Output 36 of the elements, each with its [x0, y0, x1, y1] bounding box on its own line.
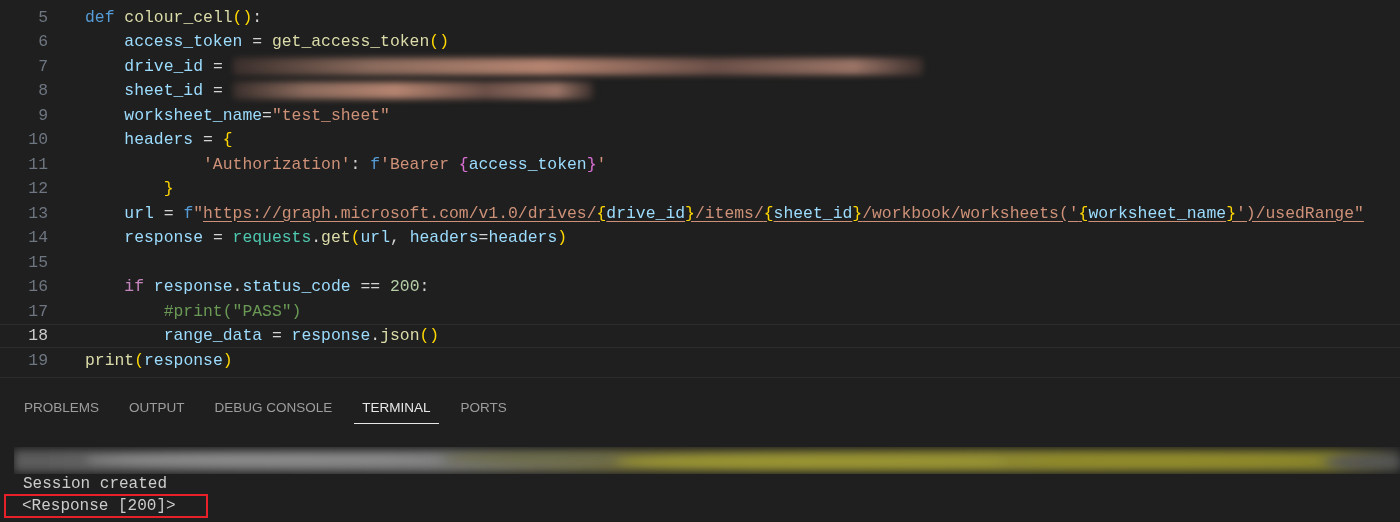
code-line: def colour_cell():	[85, 7, 263, 27]
code-line: headers = {	[123, 130, 233, 150]
panel-tab[interactable]: TERMINAL	[354, 400, 439, 424]
highlighted-output: <Response [200]>	[4, 494, 208, 518]
line-number: 15	[27, 252, 49, 272]
line-number: 13	[27, 203, 49, 223]
panel-tab[interactable]: PORTS	[452, 400, 515, 424]
code-line: 'Authorization': f'Bearer {access_token}'	[202, 154, 607, 174]
terminal-output: Session created	[22, 475, 168, 493]
panel-tab[interactable]: OUTPUT	[121, 400, 193, 424]
line-number: 5	[37, 7, 49, 27]
line-number: 7	[37, 56, 49, 76]
line-number: 11	[27, 154, 49, 174]
line-number: 8	[37, 81, 49, 101]
line-number: 14	[27, 228, 49, 248]
code-line: #print("PASS")	[162, 301, 302, 321]
line-number: 18	[27, 326, 49, 346]
panel-tab[interactable]: DEBUG CONSOLE	[206, 400, 341, 424]
code-line: worksheet_name="test_sheet"	[123, 105, 390, 125]
line-number: 16	[27, 277, 49, 297]
code-line: url = f"https://graph.microsoft.com/v1.0/drives/{drive_id}/items/{sheet_id}/workbook/worksheets('{worksheet_name}')/usedRange"	[123, 203, 1364, 223]
code-line: }	[162, 179, 174, 199]
line-number: 10	[27, 130, 49, 150]
code-line: if response.status_code == 200:	[123, 277, 430, 297]
line-number: 6	[37, 32, 49, 52]
line-number: 9	[37, 105, 49, 125]
code-line: response = requests.get(url, headers=headers)	[123, 228, 568, 248]
line-number: 19	[27, 350, 49, 370]
line-number: 12	[27, 179, 49, 199]
code-line: drive_id =	[123, 56, 224, 76]
panel-tab[interactable]: PROBLEMS	[16, 400, 108, 424]
code-line: print(response)	[85, 350, 233, 370]
code-line: sheet_id =	[123, 81, 224, 101]
code-line: access_token = get_access_token()	[123, 32, 449, 52]
line-number: 17	[27, 301, 49, 321]
code-line: range_data = response.json()	[162, 326, 440, 346]
